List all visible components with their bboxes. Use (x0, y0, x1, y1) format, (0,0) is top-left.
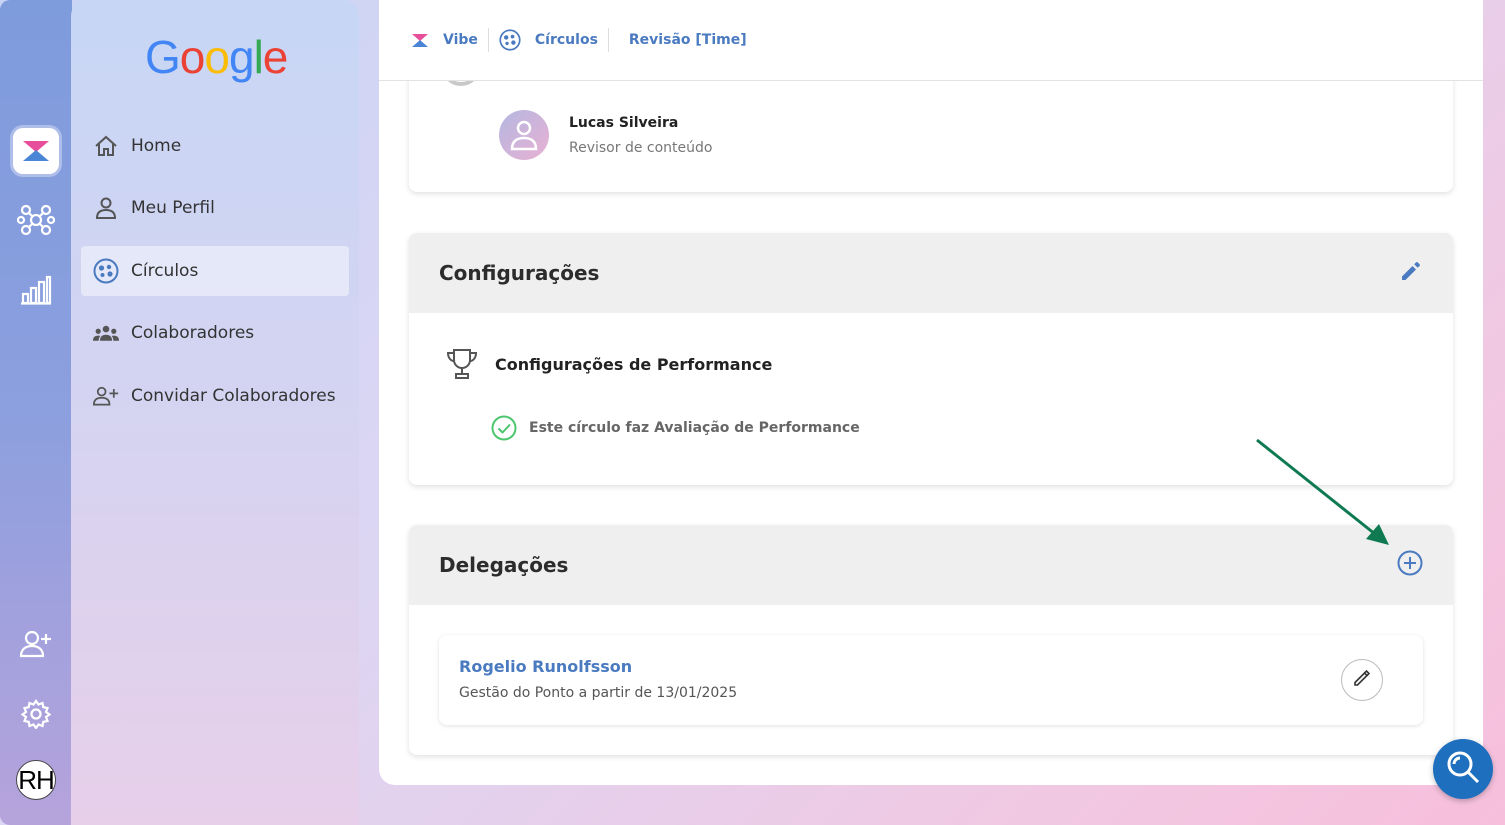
sidebar-item-collaborators[interactable]: Colaboradores (81, 308, 349, 358)
sidebar: Google Home Meu Perfil Círculos Colabora… (71, 0, 359, 825)
people-icon (93, 320, 119, 346)
annotation-arrow (1256, 438, 1389, 545)
avatar (499, 110, 549, 160)
member-role: Revisor de conteúdo (569, 139, 713, 156)
home-icon (93, 133, 119, 159)
breadcrumb-item-vibe[interactable]: Vibe (411, 32, 478, 48)
circles-icon (499, 29, 521, 51)
pencil-icon[interactable] (1399, 259, 1423, 288)
settings-header: Configurações (409, 233, 1453, 313)
delegations-card: Delegações Rogelio Runolfsson Gestão do … (409, 525, 1453, 755)
network-icon[interactable] (13, 197, 59, 243)
breadcrumb: Vibe Círculos Revisão [Time] (379, 0, 1483, 81)
member-row: Lucas Silveira Revisor de conteúdo (499, 110, 712, 160)
add-user-icon[interactable] (13, 621, 59, 667)
settings-title: Configurações (439, 261, 600, 285)
breadcrumb-item-circles[interactable]: Círculos (499, 29, 598, 51)
performance-settings-title: Configurações de Performance (445, 347, 772, 381)
add-delegation-icon[interactable] (1397, 550, 1423, 581)
sidebar-item-label: Convidar Colaboradores (131, 386, 336, 406)
bar-chart-icon[interactable] (13, 267, 59, 313)
invite-user-icon (93, 383, 119, 409)
main-content: Vibe Círculos Revisão [Time] Lucas Silve… (379, 0, 1483, 785)
check-circle-icon (491, 415, 517, 441)
sidebar-item-invite[interactable]: Convidar Colaboradores (81, 371, 349, 421)
delegation-item: Rogelio Runolfsson Gestão do Ponto a par… (439, 635, 1423, 725)
vibe-logo-icon[interactable] (13, 128, 59, 174)
app-rail: RH (0, 0, 72, 825)
company-logo: Google (145, 31, 288, 83)
performance-check: Este círculo faz Avaliação de Performanc… (491, 415, 860, 441)
sidebar-item-home[interactable]: Home (81, 121, 349, 171)
sidebar-item-label: Colaboradores (131, 323, 255, 343)
delegation-description: Gestão do Ponto a partir de 13/01/2025 (459, 685, 738, 701)
circles-icon (93, 258, 119, 284)
sidebar-item-label: Meu Perfil (131, 198, 215, 218)
sidebar-item-circles[interactable]: Círculos (81, 246, 349, 296)
trophy-icon (445, 347, 479, 381)
edit-delegation-button[interactable] (1341, 659, 1383, 701)
gear-icon[interactable] (13, 691, 59, 737)
vibe-logo-icon (411, 32, 429, 48)
user-icon (93, 195, 119, 221)
sidebar-item-profile[interactable]: Meu Perfil (81, 183, 349, 233)
sidebar-item-label: Home (131, 136, 182, 156)
delegation-name[interactable]: Rogelio Runolfsson (459, 657, 632, 676)
breadcrumb-item-current[interactable]: Revisão [Time] (629, 32, 747, 48)
sidebar-item-label: Círculos (131, 261, 199, 281)
search-fab-button[interactable] (1433, 739, 1493, 799)
pencil-icon (1352, 668, 1372, 692)
user-avatar[interactable]: RH (16, 760, 56, 800)
member-name: Lucas Silveira (569, 114, 679, 131)
search-icon (1445, 749, 1481, 789)
delegations-title: Delegações (439, 553, 569, 577)
